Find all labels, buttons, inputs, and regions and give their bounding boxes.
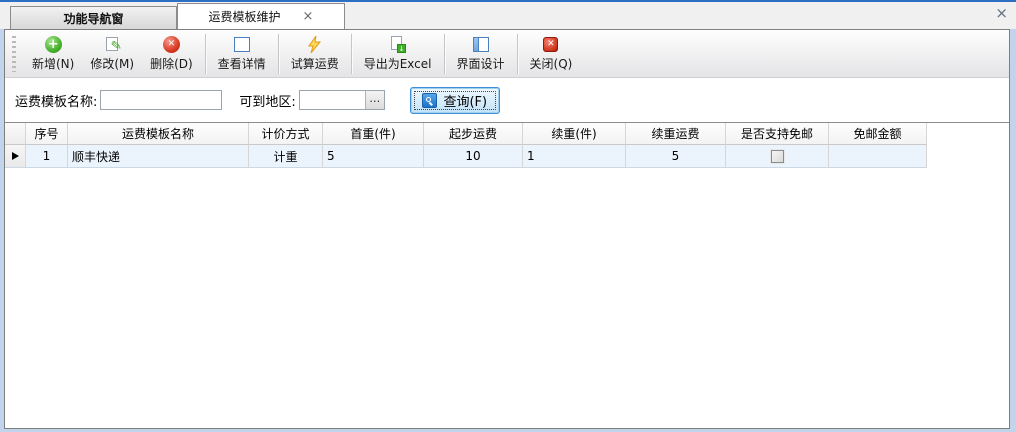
export-excel-button[interactable]: ↓ 导出为Excel	[356, 32, 440, 76]
cell-base-fee: 10	[424, 145, 523, 168]
window-close-icon[interactable]: ×	[995, 6, 1008, 21]
cell-free-shipping	[726, 145, 829, 168]
query-button[interactable]: 查询(F)	[410, 87, 500, 114]
toolbar-grip-handle[interactable]	[12, 36, 16, 72]
row-selector-header	[5, 123, 26, 145]
add-button-label: 新增(N)	[32, 55, 74, 72]
close-button-label: 关闭(Q)	[530, 55, 573, 72]
region-label: 可到地区:	[239, 91, 295, 110]
free-shipping-checkbox[interactable]	[771, 150, 784, 163]
cell-added-fee: 5	[626, 145, 726, 168]
grid-header-row: 序号 运费模板名称 计价方式 首重(件) 起步运费 续重(件) 续重运费 是否支…	[5, 123, 927, 145]
cell-pricing-method: 计重	[249, 145, 323, 168]
tab-close-icon[interactable]: ×	[303, 10, 314, 23]
close-red-icon: ✕	[542, 36, 559, 53]
calc-freight-button-label: 试算运费	[291, 55, 339, 72]
view-details-button-label: 查看详情	[218, 55, 266, 72]
delete-icon: ✕	[163, 36, 180, 53]
delete-button-label: 删除(D)	[150, 55, 193, 72]
ui-design-button[interactable]: 界面设计	[449, 32, 513, 76]
column-header-free-amount[interactable]: 免邮金额	[829, 123, 927, 145]
column-header-added-fee[interactable]: 续重运费	[626, 123, 726, 145]
table-row[interactable]: 1 顺丰快递 计重 5 10 1 5	[5, 145, 927, 168]
column-header-pricing-method[interactable]: 计价方式	[249, 123, 323, 145]
cell-added-weight: 1	[523, 145, 626, 168]
cell-template-name: 顺丰快递	[68, 145, 249, 168]
ui-design-button-label: 界面设计	[457, 55, 505, 72]
content-panel: + 新增(N) ✎ 修改(M) ✕ 删除(D) 查看详情 试算运	[4, 29, 1010, 429]
query-button-label: 查询(F)	[443, 91, 487, 110]
tab-label: 运费模板维护	[209, 8, 281, 25]
template-name-input[interactable]	[100, 90, 222, 110]
region-browse-button[interactable]: …	[365, 91, 384, 109]
ui-design-icon	[472, 36, 489, 53]
add-icon: +	[45, 36, 62, 53]
search-bar: 运费模板名称: 可到地区: … 查询(F)	[5, 78, 1009, 122]
column-header-added-weight[interactable]: 续重(件)	[523, 123, 626, 145]
tab-function-navigation[interactable]: 功能导航窗	[10, 6, 177, 29]
export-excel-icon: ↓	[389, 36, 406, 53]
cell-free-amount	[829, 145, 927, 168]
toolbar-separator	[444, 34, 445, 74]
toolbar: + 新增(N) ✎ 修改(M) ✕ 删除(D) 查看详情 试算运	[5, 30, 1009, 78]
template-name-label: 运费模板名称:	[15, 91, 97, 110]
modify-button-label: 修改(M)	[90, 55, 134, 72]
lightning-icon	[306, 36, 323, 53]
row-selector-cell[interactable]	[5, 145, 26, 168]
modify-button[interactable]: ✎ 修改(M)	[82, 32, 142, 76]
current-row-arrow-icon	[12, 152, 19, 160]
column-header-first-weight[interactable]: 首重(件)	[323, 123, 424, 145]
app-window: 功能导航窗 运费模板维护 × × + 新增(N) ✎ 修改(M) ✕ 删除(D)	[0, 0, 1016, 432]
toolbar-separator	[205, 34, 206, 74]
calc-freight-button[interactable]: 试算运费	[283, 32, 347, 76]
export-excel-button-label: 导出为Excel	[364, 55, 432, 72]
delete-button[interactable]: ✕ 删除(D)	[142, 32, 201, 76]
view-details-button[interactable]: 查看详情	[210, 32, 274, 76]
toolbar-separator	[278, 34, 279, 74]
cell-seq: 1	[26, 145, 68, 168]
view-details-icon	[233, 36, 250, 53]
search-icon	[422, 93, 437, 108]
add-button[interactable]: + 新增(N)	[24, 32, 82, 76]
edit-icon: ✎	[104, 36, 121, 53]
tab-strip: 功能导航窗 运费模板维护 × ×	[0, 2, 1016, 29]
column-header-seq[interactable]: 序号	[26, 123, 68, 145]
toolbar-separator	[517, 34, 518, 74]
toolbar-separator	[351, 34, 352, 74]
tab-freight-template-maintenance[interactable]: 运费模板维护 ×	[177, 3, 345, 29]
region-input[interactable]	[300, 91, 365, 109]
column-header-free-shipping[interactable]: 是否支持免邮	[726, 123, 829, 145]
tab-label: 功能导航窗	[63, 10, 123, 27]
close-button[interactable]: ✕ 关闭(Q)	[522, 32, 581, 76]
column-header-base-fee[interactable]: 起步运费	[424, 123, 523, 145]
region-combo: …	[299, 90, 385, 110]
column-header-template-name[interactable]: 运费模板名称	[68, 123, 249, 145]
cell-first-weight: 5	[323, 145, 424, 168]
data-grid: 序号 运费模板名称 计价方式 首重(件) 起步运费 续重(件) 续重运费 是否支…	[5, 122, 1009, 428]
